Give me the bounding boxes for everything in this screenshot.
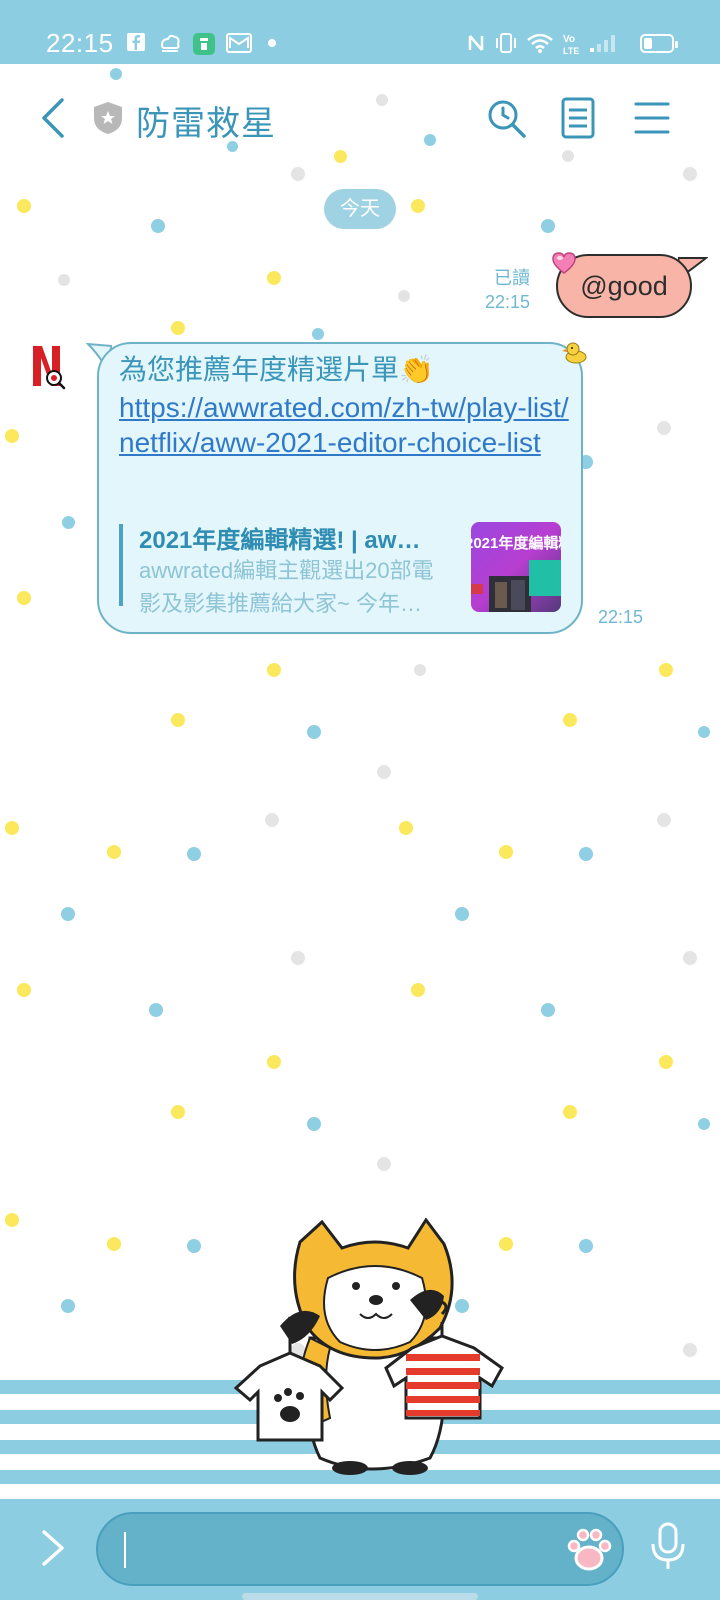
duck-sticker-icon (562, 342, 587, 364)
thumbnail-art (471, 560, 561, 612)
wallpaper-dot (579, 1239, 593, 1253)
wallpaper-dot (265, 813, 279, 827)
status-time: 22:15 (46, 28, 114, 58)
message-link[interactable]: https://awwrated.com/zh-tw/play-list/net… (119, 390, 569, 460)
thumbnail-text: 2021年度編輯精 (471, 535, 561, 552)
wallpaper-dot (499, 845, 513, 859)
status-bar: 22:15 Vo LTE (0, 0, 720, 64)
message-input[interactable] (96, 1512, 624, 1586)
facebook-icon (127, 33, 145, 51)
wallpaper-dot (411, 983, 425, 997)
heart-sticker-icon (552, 252, 576, 274)
battery-icon (640, 34, 678, 53)
shield-icon (94, 102, 122, 134)
read-receipt: 已讀 (494, 268, 530, 288)
notes-icon[interactable] (556, 96, 600, 140)
wallpaper-dot (171, 713, 185, 727)
wallpaper-dot (659, 663, 673, 677)
wallpaper-dot (399, 821, 413, 835)
wallpaper-dot (171, 1105, 185, 1119)
wallpaper-dot (17, 983, 31, 997)
wallpaper-dot (187, 1239, 201, 1253)
menu-icon[interactable] (630, 96, 674, 140)
wallpaper-dot (657, 421, 671, 435)
incoming-message-bubble[interactable]: 為您推薦年度精選片單👏 https://awwrated.com/zh-tw/p… (97, 342, 583, 634)
wallpaper-dot (657, 813, 671, 827)
wallpaper-dot (455, 907, 469, 921)
wallpaper-dot (267, 1055, 281, 1069)
wallpaper-dot (579, 847, 593, 861)
wallpaper-dot (58, 274, 70, 286)
volte-icon: Vo LTE (563, 34, 579, 56)
wallpaper-dot (149, 1003, 163, 1017)
wallpaper-dot (683, 951, 697, 965)
nfc-icon (468, 35, 484, 51)
wallpaper-dot (563, 1105, 577, 1119)
wallpaper-dot (171, 321, 185, 335)
wallpaper-dot (267, 663, 281, 677)
wallpaper-dot (5, 821, 19, 835)
more-dot-icon (268, 39, 276, 47)
vibrate-icon (496, 33, 516, 53)
home-indicator (242, 1593, 478, 1600)
wallpaper-dot (267, 271, 281, 285)
svg-text:Vo: Vo (563, 34, 575, 45)
link-preview-description[interactable]: awwrated編輯主觀選出20部電影及影集推薦給大家~ 今年最值得一看的作品 (139, 554, 439, 620)
wallpaper-dot (307, 1117, 321, 1131)
wallpaper-dot (683, 1343, 697, 1357)
wallpaper-dot (5, 1213, 19, 1227)
microphone-icon[interactable] (650, 1522, 686, 1572)
back-button[interactable] (36, 96, 72, 140)
wallpaper-dot (698, 726, 710, 738)
wallpaper-dot (61, 907, 75, 921)
wallpaper-dot (541, 219, 555, 233)
cloud-app-icon (160, 34, 180, 52)
wallpaper-dot (107, 1237, 121, 1251)
chat-title[interactable]: 防雷救星 (136, 96, 276, 145)
expand-toolbar-button[interactable] (38, 1528, 68, 1568)
wallpaper-dot (61, 1299, 75, 1313)
wallpaper-dot (291, 951, 305, 965)
wallpaper-dot (17, 199, 31, 213)
svg-text:LTE: LTE (563, 46, 579, 56)
link-preview-bar (119, 524, 123, 606)
mail-icon (226, 33, 252, 53)
wallpaper-dot (61, 515, 75, 529)
sender-avatar[interactable] (30, 344, 70, 392)
wallpaper-dot (5, 429, 19, 443)
wallpaper-dot (414, 664, 426, 676)
app-icon (193, 33, 215, 55)
wallpaper-dot (563, 713, 577, 727)
message-text: 為您推薦年度精選片單👏 (119, 354, 434, 385)
link-preview-thumbnail[interactable]: 2021年度編輯精 (471, 522, 561, 612)
search-icon[interactable] (484, 96, 528, 140)
wallpaper-dot (541, 1003, 555, 1017)
message-timestamp: 22:15 (598, 607, 644, 627)
wallpaper-dot (107, 845, 121, 859)
wallpaper-dot (411, 199, 425, 213)
wallpaper-dot (698, 1118, 710, 1130)
wallpaper-dot (17, 591, 31, 605)
wallpaper-dot (307, 725, 321, 739)
wallpaper-dot (377, 1157, 391, 1171)
wallpaper-dot (398, 290, 410, 302)
wallpaper-dot (312, 328, 324, 340)
sticker-paw-icon[interactable] (566, 1526, 612, 1574)
text-cursor (124, 1532, 126, 1568)
message-timestamp: 22:15 (484, 292, 530, 312)
link-preview-title[interactable]: 2021年度編輯精選! | awwrated (139, 520, 439, 555)
chat-screen: 22:15 Vo LTE 防雷救星 今天 已讀 22:15 @good 為您推薦… (0, 0, 720, 1600)
date-separator: 今天 (324, 189, 396, 229)
raccoon-character-illustration (233, 1218, 504, 1475)
wallpaper-dot (377, 765, 391, 779)
wallpaper-dot (659, 1055, 673, 1069)
wifi-icon (527, 33, 553, 53)
message-text: @good (580, 271, 668, 301)
wallpaper-dot (151, 219, 165, 233)
signal-icon (590, 35, 615, 52)
wallpaper-dot (187, 847, 201, 861)
